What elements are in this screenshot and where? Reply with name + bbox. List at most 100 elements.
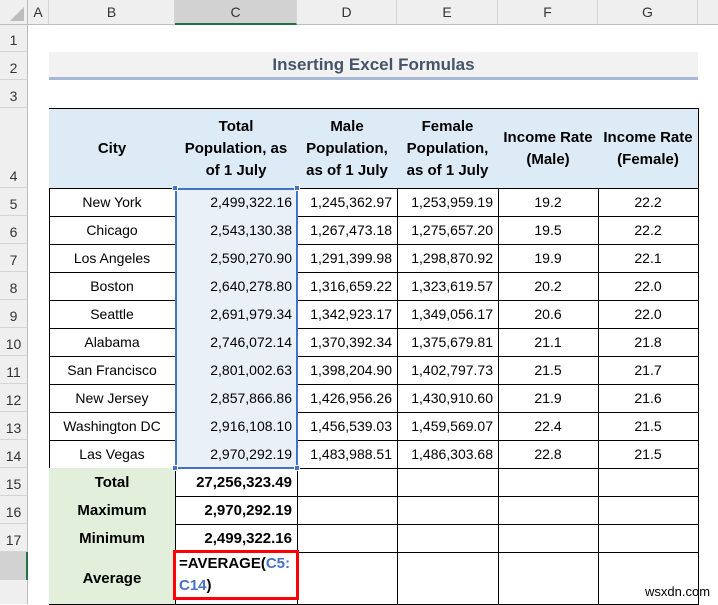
row-header-12[interactable]: 12 [0, 384, 28, 412]
table-cell[interactable]: 22.1 [598, 244, 699, 273]
empty-cell[interactable] [297, 468, 398, 497]
table-cell[interactable]: 20.6 [498, 300, 599, 329]
table-header-cell[interactable]: Male Population, as of 1 July [297, 108, 398, 189]
table-cell[interactable]: 2,691,979.34 [175, 300, 298, 329]
table-cell[interactable]: 21.5 [598, 412, 699, 441]
empty-cell[interactable] [598, 524, 699, 553]
table-cell[interactable]: 1,459,569.07 [397, 412, 499, 441]
column-header-e[interactable]: E [397, 0, 498, 25]
table-header-cell[interactable]: Total Population, as of 1 July [175, 108, 298, 189]
table-header-cell[interactable]: Female Population, as of 1 July [397, 108, 499, 189]
selection-handle[interactable] [294, 465, 300, 471]
summary-label-average[interactable]: Average [49, 552, 176, 605]
table-cell[interactable]: 21.6 [598, 384, 699, 413]
table-cell[interactable]: 19.5 [498, 216, 599, 245]
table-cell[interactable]: 2,857,866.86 [175, 384, 298, 413]
column-header-b[interactable]: B [49, 0, 175, 25]
row-header-14[interactable]: 14 [0, 440, 28, 468]
table-cell[interactable]: 1,375,679.81 [397, 328, 499, 357]
table-cell[interactable]: 2,970,292.19 [175, 440, 298, 469]
table-cell[interactable]: 2,499,322.16 [175, 188, 298, 217]
city-cell[interactable]: Las Vegas [49, 440, 176, 469]
column-header-c[interactable]: C [175, 0, 297, 25]
city-cell[interactable]: Seattle [49, 300, 176, 329]
table-cell[interactable]: 21.8 [598, 328, 699, 357]
row-header-3[interactable]: 3 [0, 80, 28, 108]
empty-cell[interactable] [498, 468, 599, 497]
empty-cell[interactable] [297, 552, 398, 605]
empty-cell[interactable] [397, 496, 499, 525]
table-cell[interactable]: 21.7 [598, 356, 699, 385]
table-cell[interactable]: 1,298,870.92 [397, 244, 499, 273]
city-cell[interactable]: Alabama [49, 328, 176, 357]
empty-cell[interactable] [397, 524, 499, 553]
table-cell[interactable]: 1,275,657.20 [397, 216, 499, 245]
summary-value-minimum[interactable]: 2,499,322.16 [175, 524, 298, 553]
city-cell[interactable]: New Jersey [49, 384, 176, 413]
row-header-11[interactable]: 11 [0, 356, 28, 384]
table-cell[interactable]: 1,291,399.98 [297, 244, 398, 273]
table-cell[interactable]: 1,342,923.17 [297, 300, 398, 329]
city-cell[interactable]: Boston [49, 272, 176, 301]
table-cell[interactable]: 2,916,108.10 [175, 412, 298, 441]
table-cell[interactable]: 22.0 [598, 300, 699, 329]
table-header-cell[interactable]: Income Rate (Female) [598, 108, 699, 189]
city-cell[interactable]: Chicago [49, 216, 176, 245]
row-header-16[interactable]: 16 [0, 496, 28, 524]
table-cell[interactable]: 1,267,473.18 [297, 216, 398, 245]
row-header-1[interactable]: 1 [0, 25, 28, 52]
empty-cell[interactable] [498, 496, 599, 525]
table-cell[interactable]: 1,402,797.73 [397, 356, 499, 385]
table-cell[interactable]: 19.9 [498, 244, 599, 273]
table-cell[interactable]: 19.2 [498, 188, 599, 217]
summary-label-maximum[interactable]: Maximum [49, 496, 176, 525]
table-cell[interactable]: 21.9 [498, 384, 599, 413]
selection-handle[interactable] [294, 185, 300, 191]
selection-handle[interactable] [172, 465, 178, 471]
row-header-19[interactable] [0, 580, 28, 604]
table-cell[interactable]: 2,543,130.38 [175, 216, 298, 245]
empty-cell[interactable] [498, 552, 599, 605]
row-header-10[interactable]: 10 [0, 328, 28, 356]
column-header-f[interactable]: F [498, 0, 598, 25]
table-cell[interactable]: 22.4 [498, 412, 599, 441]
table-cell[interactable]: 2,590,270.90 [175, 244, 298, 273]
table-cell[interactable]: 20.2 [498, 272, 599, 301]
city-cell[interactable]: San Francisco [49, 356, 176, 385]
row-header-5[interactable]: 5 [0, 188, 28, 216]
table-cell[interactable]: 21.1 [498, 328, 599, 357]
row-header-15[interactable]: 15 [0, 468, 28, 496]
column-header-g[interactable]: G [598, 0, 698, 25]
formula-edit-cell[interactable]: =AVERAGE(C5: C14) [173, 550, 299, 600]
summary-label-minimum[interactable]: Minimum [49, 524, 176, 553]
table-header-cell[interactable]: Income Rate (Male) [498, 108, 599, 189]
row-header-7[interactable]: 7 [0, 244, 28, 272]
table-cell[interactable]: 1,430,910.60 [397, 384, 499, 413]
table-cell[interactable]: 1,349,056.17 [397, 300, 499, 329]
row-header-4[interactable]: 4 [0, 108, 28, 188]
city-cell[interactable]: Los Angeles [49, 244, 176, 273]
row-header-2[interactable]: 2 [0, 52, 28, 80]
city-cell[interactable]: Washington DC [49, 412, 176, 441]
empty-cell[interactable] [397, 468, 499, 497]
row-header-6[interactable]: 6 [0, 216, 28, 244]
table-cell[interactable]: 1,316,659.22 [297, 272, 398, 301]
table-cell[interactable]: 1,456,539.03 [297, 412, 398, 441]
table-header-cell[interactable]: City [49, 108, 176, 189]
row-header-17[interactable]: 17 [0, 524, 28, 552]
empty-cell[interactable] [598, 496, 699, 525]
summary-value-maximum[interactable]: 2,970,292.19 [175, 496, 298, 525]
row-header-8[interactable]: 8 [0, 272, 28, 300]
table-cell[interactable]: 21.5 [498, 356, 599, 385]
empty-cell[interactable] [498, 524, 599, 553]
table-cell[interactable]: 1,426,956.26 [297, 384, 398, 413]
table-cell[interactable]: 22.8 [498, 440, 599, 469]
table-cell[interactable]: 1,370,392.34 [297, 328, 398, 357]
selection-handle[interactable] [172, 185, 178, 191]
column-header-a[interactable]: A [28, 0, 49, 25]
table-cell[interactable]: 1,486,303.68 [397, 440, 499, 469]
select-all-button[interactable] [0, 0, 28, 25]
row-header-9[interactable]: 9 [0, 300, 28, 328]
table-cell[interactable]: 22.2 [598, 216, 699, 245]
empty-cell[interactable] [297, 496, 398, 525]
